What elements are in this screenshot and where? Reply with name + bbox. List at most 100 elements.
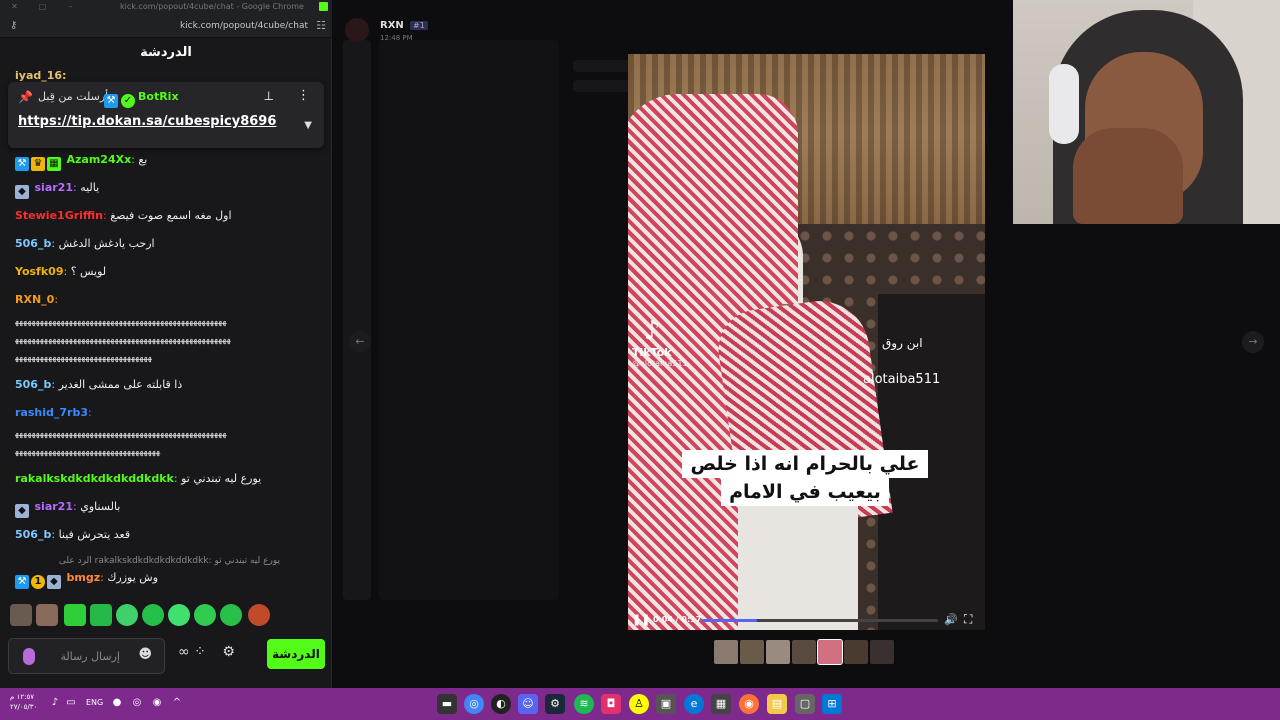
chat-username[interactable]: iyad_16: <box>15 69 66 82</box>
tray-app-icon[interactable]: ◉ <box>150 696 164 710</box>
chat-username[interactable]: Yosfk09 <box>15 265 63 278</box>
media-thumbnail[interactable] <box>792 640 816 664</box>
previous-media-button[interactable]: ← <box>349 331 371 353</box>
rank-badge-icon: 1 <box>31 575 45 589</box>
subscriber-badge-icon: ▦ <box>47 157 61 171</box>
pinned-link[interactable]: https://tip.dokan.sa/cubespicy8696 <box>18 114 276 129</box>
clock-time: ١٢:٥٧ م <box>10 693 34 701</box>
emote-item[interactable] <box>64 604 86 626</box>
avatar[interactable] <box>345 18 369 42</box>
taskbar-app-icon[interactable]: ▬ <box>437 694 457 714</box>
infinity-icon[interactable]: ∞ <box>178 644 190 660</box>
chevron-up-icon[interactable]: ^ <box>170 696 184 710</box>
unpin-icon[interactable]: ⊥ <box>264 89 274 103</box>
chat-username[interactable]: 506_b <box>15 378 51 391</box>
emote-item[interactable] <box>36 604 58 626</box>
emote-item[interactable] <box>10 604 32 626</box>
media-thumbnail[interactable] <box>844 640 868 664</box>
emote-item[interactable] <box>116 604 138 626</box>
media-thumbnail[interactable] <box>740 640 764 664</box>
webcam-hand <box>1073 128 1183 224</box>
chevron-down-icon[interactable]: ▼ <box>304 120 312 131</box>
network-icon[interactable]: ▭ <box>64 696 78 710</box>
media-thumbnail[interactable] <box>714 640 738 664</box>
video-time: 0:04 / 0:17 <box>653 615 702 624</box>
next-media-button[interactable]: → <box>1242 331 1264 353</box>
instagram-icon[interactable]: ◘ <box>601 694 621 714</box>
windows-start-icon[interactable]: ⊞ <box>822 694 842 714</box>
volume-icon[interactable]: 🔊 <box>944 613 958 626</box>
microphone-icon[interactable] <box>23 648 35 665</box>
chat-text: ﻬﻬﻬﻬﻬﻬﻬﻬﻬﻬﻬﻬﻬﻬﻬﻬﻬﻬﻬﻬﻬﻬﻬﻬﻬﻬﻬﻬﻬﻬﻬﻬﻬﻬﻬ <box>15 447 161 457</box>
media-thumbnail[interactable] <box>870 640 894 664</box>
more-options-icon[interactable]: ⋮ <box>297 88 310 103</box>
chat-message: RXN_0: <box>15 293 59 306</box>
taskbar-app-icon[interactable]: ▣ <box>656 694 676 714</box>
chat-username[interactable]: rakalkskdkdkdkdkddkdkk <box>15 472 174 485</box>
emote-item[interactable] <box>142 604 164 626</box>
speaker-icon[interactable]: ♪ <box>48 696 62 710</box>
minimize-window-icon[interactable]: – <box>66 2 75 11</box>
chat-username[interactable]: siar21 <box>35 500 73 513</box>
post-author[interactable]: RXN <box>380 20 404 31</box>
chat-input[interactable]: إرسال رسالة ☻ <box>8 638 165 674</box>
close-window-icon[interactable]: ✕ <box>10 2 19 11</box>
calculator-icon[interactable]: ▦ <box>711 694 731 714</box>
send-chat-button[interactable]: الدردشة <box>267 639 325 669</box>
media-thumbnail[interactable] <box>766 640 790 664</box>
fullscreen-icon[interactable]: ⛶ <box>964 612 972 627</box>
url-text[interactable]: kick.com/popout/4cube/chat <box>180 21 308 31</box>
snapchat-icon[interactable]: ♙ <box>629 694 649 714</box>
emote-item[interactable] <box>220 604 242 626</box>
crown-badge-icon: ♛ <box>31 157 45 171</box>
emote-item[interactable] <box>90 604 112 626</box>
chat-username[interactable]: 506_b <box>15 528 51 541</box>
language-indicator[interactable]: ENG <box>86 698 103 707</box>
tray-app-icon[interactable]: ◎ <box>130 696 144 710</box>
taskbar-clock[interactable]: ١٢:٥٧ م ٢٧/٠٥/٣٠ <box>10 692 37 712</box>
gear-icon[interactable]: ⚙ <box>222 644 235 660</box>
subtitle-line: علي بالحرام انه اذا خلص <box>682 450 928 478</box>
video-overlay-handle: alotaiba511 <box>863 372 941 387</box>
maximize-window-icon[interactable]: □ <box>38 2 47 11</box>
address-bar[interactable]: ⚷ kick.com/popout/4cube/chat ☷ <box>0 14 332 38</box>
taskbar-app-icon[interactable]: ▢ <box>795 694 815 714</box>
subtitle-line: بيعيب في الامام <box>721 478 889 506</box>
emote-item[interactable] <box>168 604 190 626</box>
video-player[interactable]: ♪ TikTok @alotaiba511 ابن روق alotaiba51… <box>628 54 985 630</box>
chat-username[interactable]: Stewie1Griffin <box>15 209 103 222</box>
chat-username[interactable]: RXN_0 <box>15 293 54 306</box>
pinned-message[interactable]: 📌 أرسلت من قِبل ⚒ ✓ BotRix ⊥ ⋮ https://tip… <box>8 82 324 148</box>
extensions-icons[interactable]: ∞ ⁘ ⚙ <box>178 644 235 660</box>
discord-icon[interactable]: ☺ <box>518 694 538 714</box>
steam-icon[interactable]: ⚙ <box>545 694 565 714</box>
bot-name[interactable]: BotRix <box>138 90 179 103</box>
window-title: kick.com/popout/4cube/chat - Google Chro… <box>120 2 304 11</box>
chat-username[interactable]: rashid_7rb3 <box>15 406 88 419</box>
file-explorer-icon[interactable]: ▤ <box>767 694 787 714</box>
site-settings-icon[interactable]: ☷ <box>316 19 326 32</box>
reply-preview[interactable]: الرد على rakalkskdkdkdkdkddkdkk: يورع لي… <box>15 556 280 566</box>
dots-icon[interactable]: ⁘ <box>194 644 206 660</box>
media-thumbnail-active[interactable] <box>817 639 843 665</box>
chrome-icon[interactable]: ◎ <box>464 694 484 714</box>
chat-username[interactable]: Azam24Xx <box>67 153 132 166</box>
webcam-overlay <box>1013 0 1280 224</box>
emote-item[interactable] <box>194 604 216 626</box>
tiktok-handle: @alotaiba511 <box>632 359 688 368</box>
obs-icon[interactable]: ◐ <box>491 694 511 714</box>
pinned-author[interactable]: ⚒ ✓ BotRix <box>104 90 179 108</box>
mic-tray-icon[interactable]: ● <box>110 696 124 710</box>
chat-username[interactable]: siar21 <box>35 181 73 194</box>
firefox-icon[interactable]: ◉ <box>739 694 759 714</box>
edge-icon[interactable]: e <box>684 694 704 714</box>
pause-icon[interactable]: ❚❚ <box>632 613 650 626</box>
emoji-picker-icon[interactable]: ☻ <box>138 647 152 662</box>
key-icon[interactable]: ⚷ <box>10 20 17 31</box>
emote-item[interactable] <box>248 604 270 626</box>
spotify-icon[interactable]: ≋ <box>574 694 594 714</box>
chat-username[interactable]: 506_b <box>15 237 51 250</box>
video-seekbar[interactable] <box>702 619 938 622</box>
chat-username[interactable]: bmgz <box>67 571 101 584</box>
chat-message: ⚒ ♛ ▦ Azam24Xx: بع <box>15 152 317 171</box>
